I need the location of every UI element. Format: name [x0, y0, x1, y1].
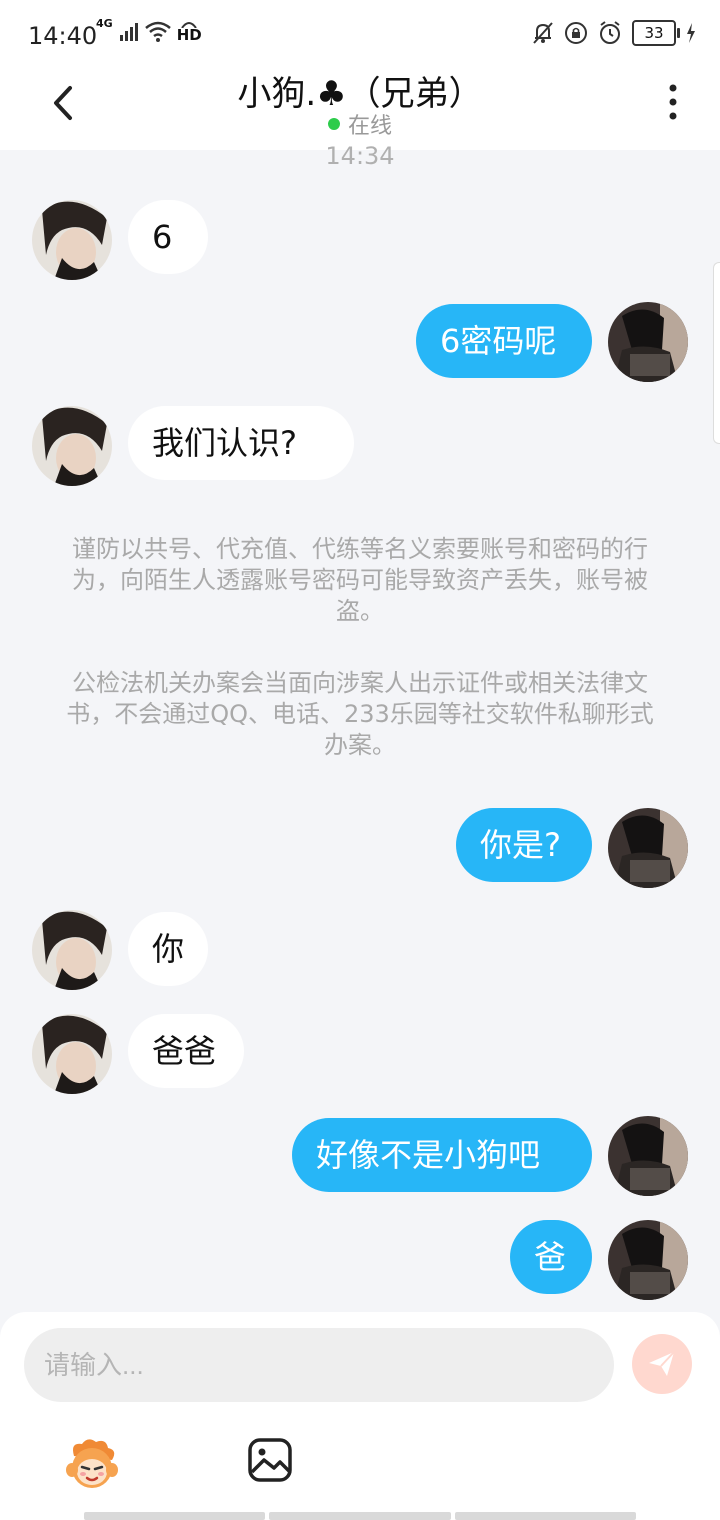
image-picker-button[interactable] — [246, 1436, 294, 1484]
status-bar: 14:40 4G HD 33 — [0, 0, 720, 72]
contact-avatar[interactable] — [32, 910, 112, 990]
send-button[interactable] — [632, 1334, 692, 1394]
contact-avatar[interactable] — [32, 406, 112, 486]
status-network-icons: 4G HD — [96, 17, 202, 43]
safety-notice-police: 公检法机关办案会当面向涉案人出示证件或相关法律文书，不会通过QQ、电话、233乐… — [66, 669, 654, 759]
message-bubble-outgoing[interactable]: 6密码呢 — [416, 304, 592, 378]
mute-bell-icon — [533, 22, 553, 44]
side-drawer-handle[interactable] — [713, 262, 720, 444]
online-dot-icon — [327, 118, 340, 130]
self-avatar-image — [608, 302, 688, 382]
message-bubble-incoming[interactable]: 我们认识? — [128, 406, 354, 480]
contact-avatar-image — [32, 1014, 112, 1094]
message-input-panel — [0, 1312, 720, 1520]
message-input[interactable] — [24, 1328, 614, 1402]
contact-avatar-image — [32, 910, 112, 990]
self-avatar-image — [608, 1220, 688, 1300]
emoji-button[interactable] — [62, 1434, 122, 1494]
more-menu-button[interactable] — [656, 80, 690, 124]
network-label: 4G — [96, 17, 113, 30]
send-icon — [649, 1351, 675, 1376]
rotation-lock-icon — [565, 22, 587, 44]
contact-avatar[interactable] — [32, 1014, 112, 1094]
self-avatar[interactable] — [608, 1220, 688, 1300]
chat-header: 小狗.♣（兄弟） 在线 — [0, 72, 720, 150]
online-status-label: 在线 — [347, 114, 392, 139]
hd-label: HD — [176, 26, 202, 44]
message-bubble-outgoing[interactable]: 好像不是小狗吧 — [292, 1118, 592, 1192]
more-vertical-icon — [669, 84, 677, 120]
alarm-icon — [600, 21, 620, 44]
contact-avatar[interactable] — [32, 200, 112, 280]
online-status: 在线 — [0, 108, 720, 140]
message-bubble-incoming[interactable]: 爸爸 — [128, 1014, 244, 1088]
hd-icon: HD — [177, 20, 202, 43]
time-divider: 14:34 — [325, 142, 395, 170]
mascot-emoji-icon — [66, 1439, 118, 1488]
wifi-icon — [144, 21, 171, 42]
contact-avatar-image — [32, 200, 112, 280]
self-avatar[interactable] — [608, 1116, 688, 1196]
status-time: 14:40 — [28, 22, 98, 50]
message-bubble-incoming[interactable]: 你 — [128, 912, 208, 986]
message-bubble-incoming[interactable]: 6 — [128, 200, 208, 274]
message-bubble-outgoing[interactable]: 你是? — [456, 808, 592, 882]
image-icon — [248, 1438, 292, 1482]
battery-indicator: 33 — [632, 20, 680, 46]
signal-icon — [119, 22, 138, 41]
bottom-divider — [84, 1512, 636, 1520]
self-avatar-image — [608, 808, 688, 888]
charging-icon — [687, 23, 695, 43]
contact-avatar-image — [32, 406, 112, 486]
self-avatar[interactable] — [608, 302, 688, 382]
self-avatar-image — [608, 1116, 688, 1196]
safety-notice-account: 谨防以共号、代充值、代练等名义索要账号和密码的行为，向陌生人透露账号密码可能导致… — [72, 535, 648, 625]
status-system-icons: 33 — [532, 20, 696, 46]
message-bubble-outgoing[interactable]: 爸 — [510, 1220, 592, 1294]
self-avatar[interactable] — [608, 808, 688, 888]
